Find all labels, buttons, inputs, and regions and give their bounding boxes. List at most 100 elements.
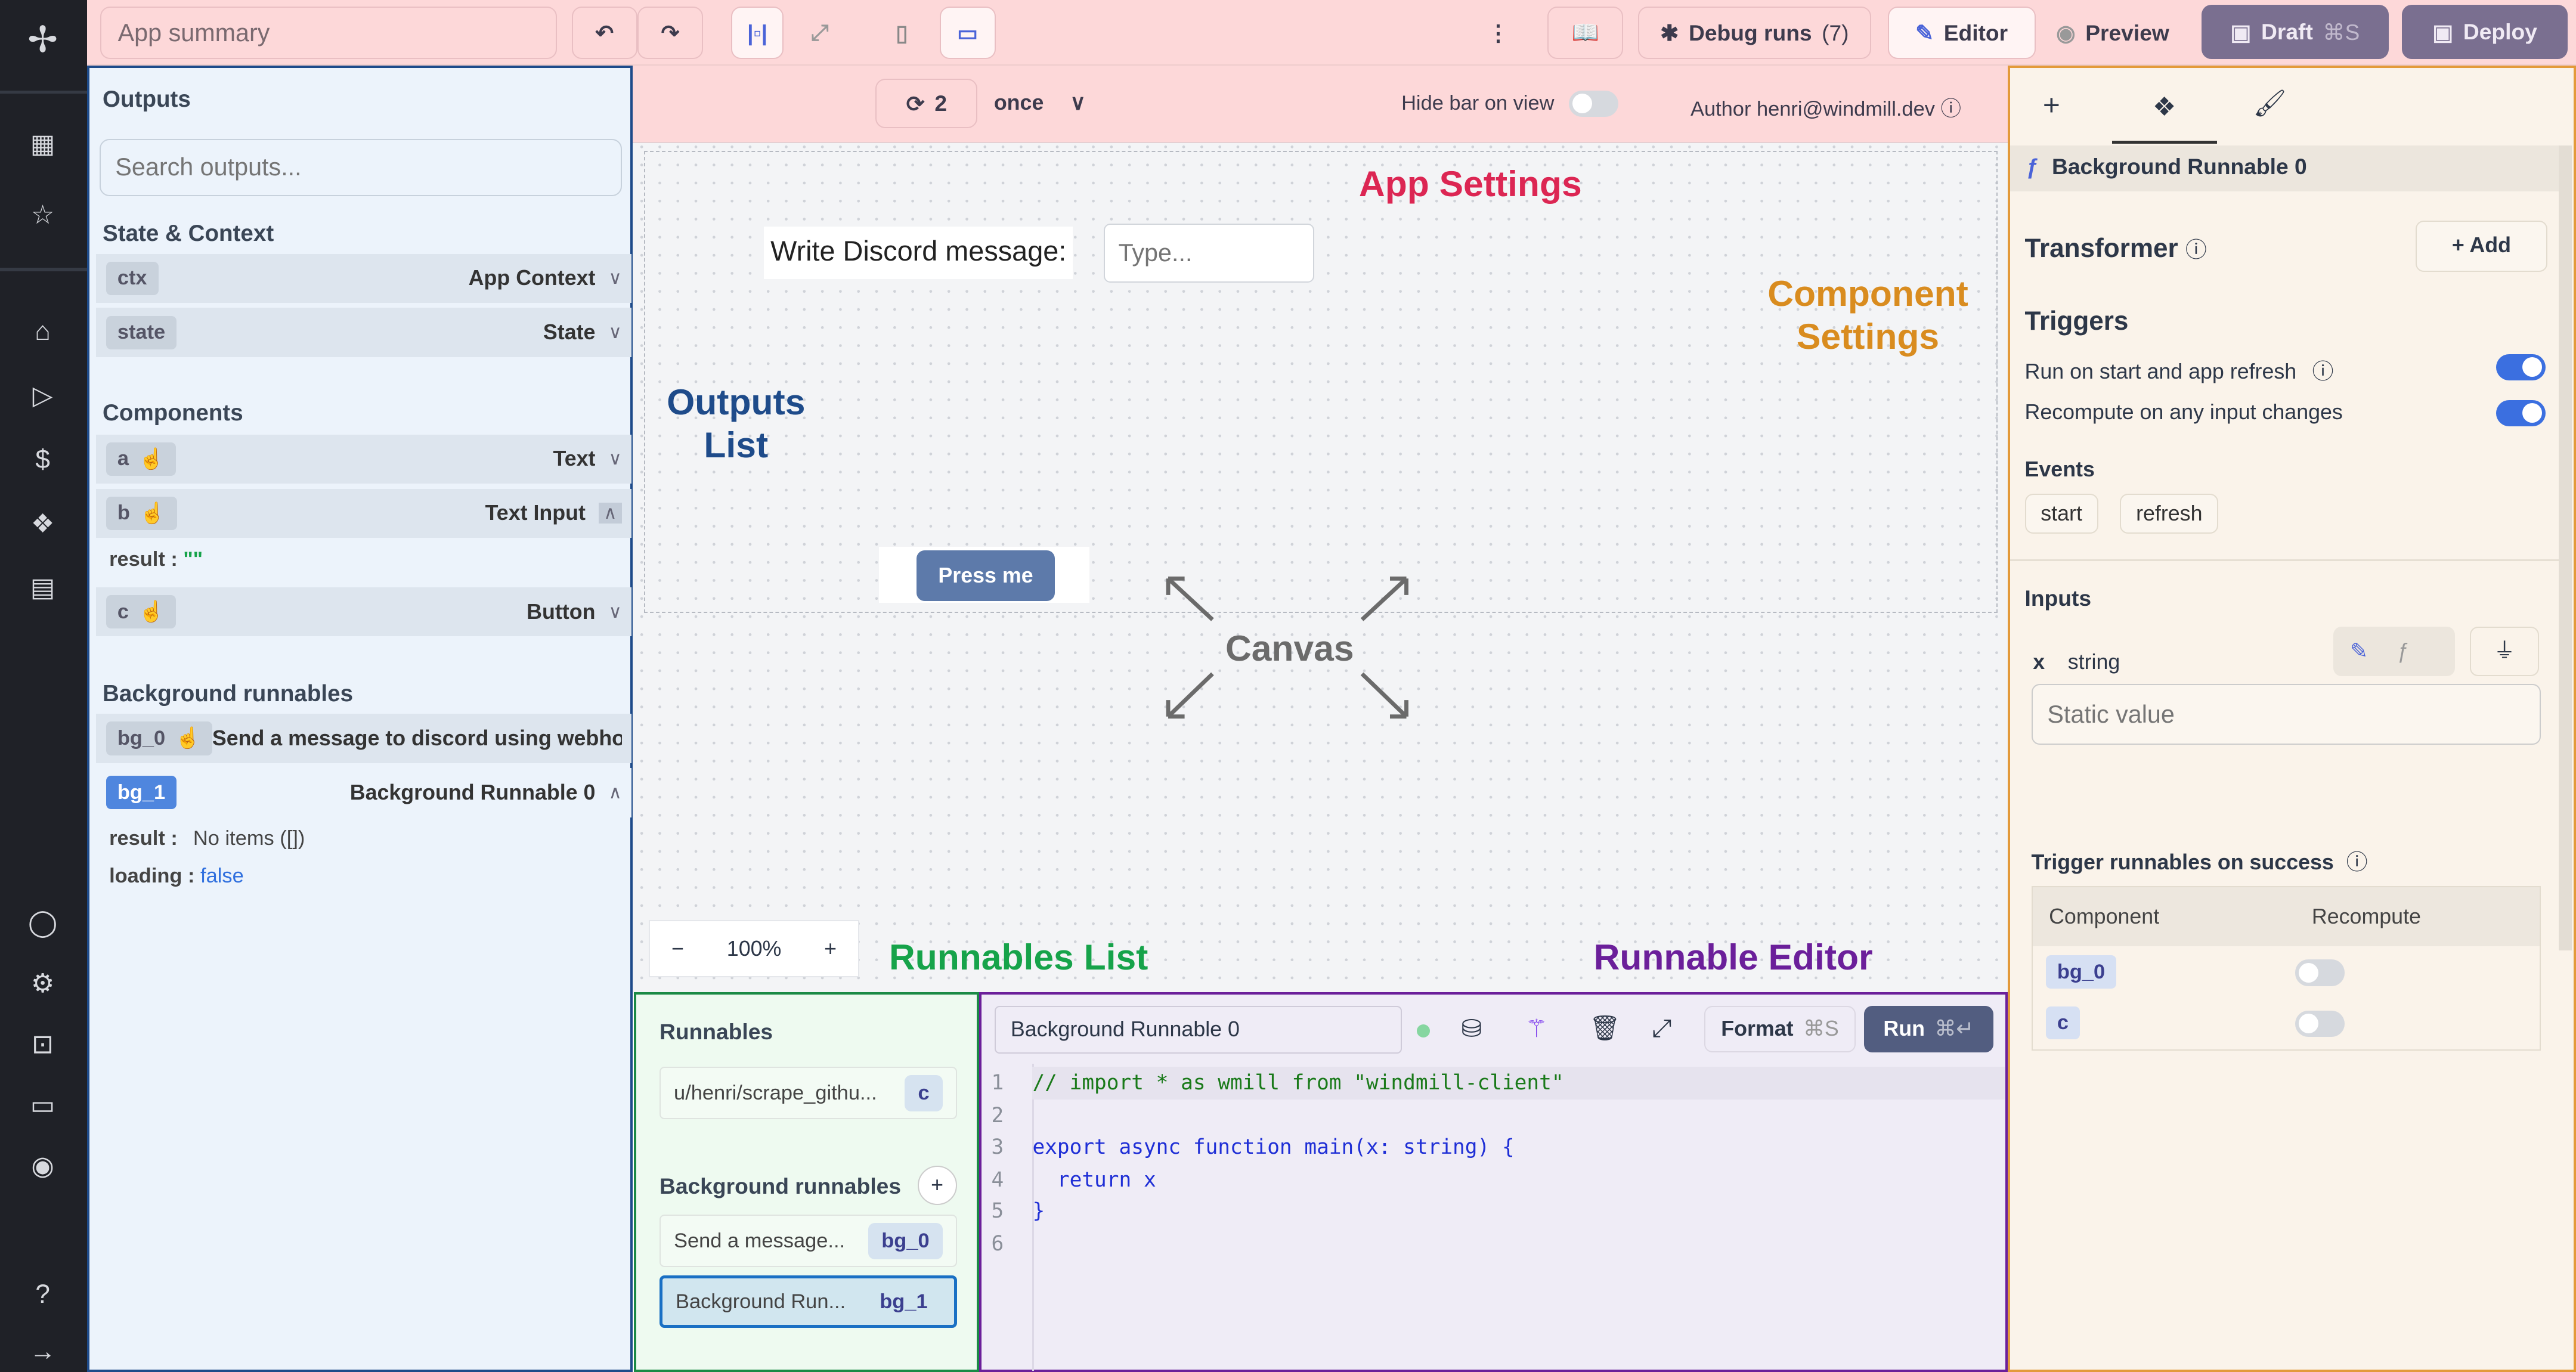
more-menu-icon[interactable]: ⋮ bbox=[1480, 7, 1516, 60]
static-pencil-icon[interactable]: ✎ bbox=[2350, 639, 2368, 664]
output-row-bg0[interactable]: bg_0 ☝ Send a message to discord using web… bbox=[96, 713, 632, 763]
mobile-view-button[interactable]: ▯ bbox=[875, 7, 928, 60]
connect-plug-button[interactable]: ⏚ bbox=[2470, 626, 2539, 676]
add-transformer-button[interactable]: + Add bbox=[2416, 221, 2547, 272]
run-on-start-text: Run on start and app refresh bbox=[2024, 359, 2297, 383]
trigger-runnables-title: Trigger runnables on success ⓘ bbox=[2032, 845, 2368, 876]
settings-tab[interactable]: ❖ bbox=[2111, 75, 2217, 144]
hand-pointer-icon[interactable]: ☝ bbox=[140, 501, 165, 525]
run-button[interactable]: Run ⌘↵ bbox=[1863, 1006, 1994, 1052]
calendar-icon[interactable]: ▤ bbox=[23, 568, 63, 608]
database-icon[interactable]: ⛁ bbox=[1462, 1014, 1482, 1043]
refresh-mode-select[interactable]: once ∨ bbox=[994, 91, 1086, 115]
recompute-toggle[interactable] bbox=[2295, 959, 2345, 986]
eye-icon[interactable]: ◉ bbox=[23, 1147, 63, 1186]
output-row-b[interactable]: b ☝ Text Input ∧ bbox=[96, 488, 632, 538]
event-pill: start bbox=[2024, 493, 2098, 534]
runnables-list-annotation: Runnables List bbox=[888, 937, 1148, 978]
app-title-input[interactable]: App summary bbox=[100, 7, 557, 60]
press-me-button[interactable]: Press me bbox=[917, 550, 1055, 602]
theme-brush-tab[interactable]: 🖌 bbox=[2253, 88, 2286, 119]
hand-pointer-icon[interactable]: ☝ bbox=[139, 447, 165, 471]
text-input-b[interactable] bbox=[1104, 223, 1315, 283]
folder-icon[interactable]: ▭ bbox=[23, 1086, 63, 1125]
star-icon[interactable]: ☆ bbox=[23, 196, 63, 235]
draft-button[interactable]: ▣ Draft ⌘S bbox=[2201, 5, 2389, 60]
play-icon[interactable]: ▷ bbox=[23, 376, 63, 416]
canvas-annotation: Canvas bbox=[1225, 628, 1354, 669]
output-id-badge: b bbox=[117, 501, 130, 525]
run-label: Run bbox=[1883, 1017, 1925, 1041]
add-component-tab[interactable]: + bbox=[2043, 88, 2060, 122]
text-component-a[interactable]: Write Discord message: bbox=[764, 227, 1073, 280]
run-on-start-toggle[interactable] bbox=[2496, 354, 2546, 380]
runnable-item-c[interactable]: u/henri/scrape_githu... c bbox=[660, 1067, 957, 1120]
static-value-input[interactable] bbox=[2031, 684, 2541, 745]
info-icon: ⓘ bbox=[2346, 850, 2368, 875]
user-icon[interactable]: ◯ bbox=[23, 903, 63, 943]
output-row-ctx[interactable]: ctx App Context ∨ bbox=[96, 253, 632, 303]
runnable-item-bg0[interactable]: Send a message... bg_0 bbox=[660, 1215, 957, 1268]
refresh-icon: ⟳ bbox=[906, 91, 925, 116]
component-settings-annotation: Component Settings bbox=[1767, 273, 1968, 357]
output-row-bg1[interactable]: bg_1 Background Runnable 0 ∧ bbox=[96, 767, 632, 817]
chevron-down-icon: ∨ bbox=[608, 449, 622, 469]
deploy-label: Deploy bbox=[2463, 19, 2537, 45]
refresh-button[interactable]: ⟳ 2 bbox=[875, 79, 978, 128]
code-editor[interactable]: 1 // import * as wmill from "windmill-cli… bbox=[982, 1063, 2005, 1371]
search-outputs-input[interactable] bbox=[99, 138, 622, 197]
fullscreen-button[interactable]: ⤢ bbox=[793, 7, 846, 60]
desktop-view-button[interactable]: ▭ bbox=[939, 7, 996, 60]
output-id-badge: bg_1 bbox=[106, 776, 177, 809]
dollar-icon[interactable]: $ bbox=[23, 440, 63, 479]
info-icon: ⓘ bbox=[2312, 359, 2334, 383]
recompute-toggle[interactable] bbox=[2295, 1010, 2345, 1037]
zoom-out-button[interactable]: − bbox=[671, 937, 684, 961]
add-background-runnable-button[interactable]: + bbox=[917, 1165, 957, 1205]
function-icon[interactable]: ƒ bbox=[2398, 639, 2410, 664]
output-row-c[interactable]: c ☝ Button ∨ bbox=[96, 587, 632, 637]
scrollbar[interactable] bbox=[2558, 145, 2572, 950]
debug-runs-button[interactable]: ✱ Debug runs (7) bbox=[1637, 7, 1872, 60]
result-key: result bbox=[109, 827, 165, 850]
runnable-item-bg1[interactable]: Background Run... bg_1 bbox=[660, 1275, 957, 1328]
arrow-right-icon[interactable]: → bbox=[23, 1332, 63, 1371]
hide-bar-toggle[interactable] bbox=[1569, 90, 1618, 117]
output-row-state[interactable]: state State ∨ bbox=[96, 308, 632, 358]
cubes-icon[interactable]: ❖ bbox=[23, 504, 63, 544]
format-label: Format bbox=[1721, 1017, 1794, 1041]
docs-book-button[interactable]: 📖 bbox=[1547, 7, 1624, 60]
runnable-name-input[interactable]: Background Runnable 0 bbox=[995, 1006, 1402, 1054]
apps-icon[interactable]: ▦ bbox=[23, 125, 63, 164]
line-number: 4 bbox=[991, 1167, 1004, 1192]
windmill-logo-icon[interactable]: ✢ bbox=[23, 20, 63, 59]
app-toolbar: App summary ↶ ↷ |▫| ⤢ ▯ ▭ ⋮ 📖 ✱ Debug run… bbox=[87, 0, 2576, 66]
line-number: 2 bbox=[991, 1104, 1004, 1128]
fit-width-button[interactable]: |▫| bbox=[731, 7, 784, 60]
components-title: Components bbox=[103, 399, 243, 426]
ai-wand-icon[interactable]: ⚚ bbox=[1525, 1014, 1547, 1043]
hand-pointer-icon[interactable]: ☝ bbox=[175, 726, 201, 750]
zoom-in-button[interactable]: + bbox=[824, 937, 837, 961]
hand-pointer-icon[interactable]: ☝ bbox=[139, 600, 165, 624]
expand-icon[interactable]: ⤢ bbox=[1652, 1014, 1671, 1043]
editor-tab[interactable]: ✎ Editor bbox=[1887, 7, 2036, 60]
trash-icon[interactable]: 🗑 bbox=[1589, 1014, 1620, 1043]
format-button[interactable]: Format ⌘S bbox=[1704, 1006, 1856, 1052]
home-icon[interactable]: ⌂ bbox=[23, 312, 63, 351]
output-label: App Context bbox=[468, 266, 596, 290]
preview-tab[interactable]: ◉ Preview bbox=[2039, 7, 2187, 60]
output-label: Send a message to discord using webhoo bbox=[212, 726, 622, 750]
deploy-button[interactable]: ▣ Deploy bbox=[2401, 5, 2568, 60]
recompute-toggle[interactable] bbox=[2496, 399, 2546, 426]
format-shortcut: ⌘S bbox=[1803, 1017, 1839, 1041]
redo-button[interactable]: ↷ bbox=[637, 7, 704, 60]
robot-icon[interactable]: ⊡ bbox=[23, 1025, 63, 1064]
help-icon[interactable]: ? bbox=[23, 1275, 63, 1314]
output-row-a[interactable]: a ☝ Text ∨ bbox=[96, 434, 632, 484]
output-label: Button bbox=[527, 599, 596, 624]
undo-button[interactable]: ↶ bbox=[571, 7, 637, 60]
settings-icon[interactable]: ⚙ bbox=[23, 964, 63, 1004]
info-icon: ⓘ bbox=[1940, 98, 1961, 121]
triggers-title: Triggers bbox=[2024, 306, 2129, 336]
